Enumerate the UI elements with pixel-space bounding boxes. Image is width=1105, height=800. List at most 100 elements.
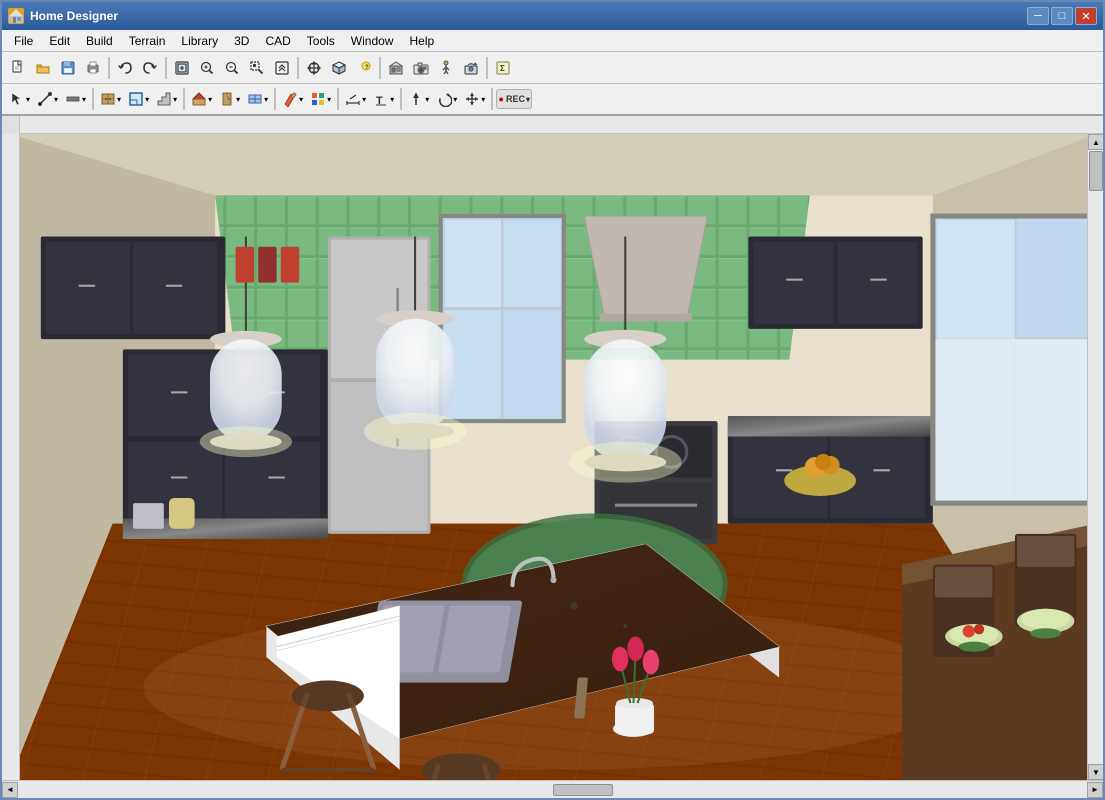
h-scroll-thumb[interactable]	[553, 784, 613, 796]
window-tool-group: ▾	[244, 87, 271, 111]
text-tool-group: T ▾	[370, 87, 397, 111]
menu-terrain[interactable]: Terrain	[121, 32, 174, 50]
svg-text:Σ: Σ	[500, 64, 505, 73]
floor-plan-button[interactable]	[384, 56, 408, 80]
open-button[interactable]	[31, 56, 55, 80]
scroll-up-button[interactable]: ▲	[1088, 134, 1103, 150]
menu-build[interactable]: Build	[78, 32, 121, 50]
dolly-button[interactable]	[459, 56, 483, 80]
record-button[interactable]: ● REC ▾	[496, 89, 532, 109]
canvas-area[interactable]	[20, 134, 1087, 780]
menu-help[interactable]: Help	[401, 32, 442, 50]
door-tool-group: ▾	[216, 87, 243, 111]
menu-file[interactable]: File	[6, 32, 41, 50]
toolbar-draw: ▾ ▾ ▾	[2, 84, 1103, 116]
save-button[interactable]	[56, 56, 80, 80]
window-tool-button[interactable]: ▾	[244, 87, 271, 111]
separator-2	[165, 57, 167, 79]
window-controls: ─ □ ✕	[1027, 7, 1097, 25]
scroll-right-button[interactable]: ►	[1087, 782, 1103, 798]
menu-edit[interactable]: Edit	[41, 32, 78, 50]
print-button[interactable]	[81, 56, 105, 80]
svg-text:?: ?	[365, 65, 369, 71]
zoom-all-button[interactable]	[270, 56, 294, 80]
symbol-button[interactable]: Σ	[491, 56, 515, 80]
separator-t2-1	[92, 88, 94, 110]
rotate-tool-group: ▾	[433, 87, 460, 111]
zoom-fit-button[interactable]	[170, 56, 194, 80]
camera-button[interactable]	[409, 56, 433, 80]
vertical-scrollbar[interactable]: ▲ ▼	[1087, 134, 1103, 780]
text-button[interactable]: T ▾	[370, 87, 397, 111]
room-button[interactable]: ▾	[125, 87, 152, 111]
paint-button[interactable]: ▾	[279, 87, 306, 111]
separator-4	[379, 57, 381, 79]
arrow-tool-group: ▾	[405, 87, 432, 111]
select-button[interactable]: ▾	[6, 87, 33, 111]
3d-view-button[interactable]	[327, 56, 351, 80]
wall-tool-group: ▾	[62, 87, 89, 111]
roof-button[interactable]: ▾	[188, 87, 215, 111]
zoom-box-button[interactable]	[245, 56, 269, 80]
select-tool-group: ▾	[6, 87, 33, 111]
h-scroll-track[interactable]	[18, 783, 1087, 797]
toolbar-main: ?	[2, 52, 1103, 84]
window-title: Home Designer	[30, 9, 1021, 23]
horizontal-scrollbar[interactable]: ◄ ►	[2, 780, 1103, 798]
main-window: Home Designer ─ □ ✕ File Edit Build Terr…	[0, 0, 1105, 800]
stairs-tool-group: ▾	[153, 87, 180, 111]
draw-line-button[interactable]: ▾	[34, 87, 61, 111]
walk-button[interactable]	[434, 56, 458, 80]
material-tool-group: ▾	[307, 87, 334, 111]
roof-tool-group: ▾	[188, 87, 215, 111]
kitchen-scene-svg	[20, 134, 1087, 780]
separator-5	[486, 57, 488, 79]
redo-button[interactable]	[138, 56, 162, 80]
ruler-area	[2, 116, 1103, 134]
cabinet-button[interactable]: ▾	[97, 87, 124, 111]
minimize-button[interactable]: ─	[1027, 7, 1049, 25]
title-bar: Home Designer ─ □ ✕	[2, 2, 1103, 30]
separator-1	[108, 57, 110, 79]
scroll-left-button[interactable]: ◄	[2, 782, 18, 798]
arrow-button[interactable]: ▾	[405, 87, 432, 111]
main-content-area: ▲ ▼	[2, 134, 1103, 780]
menu-window[interactable]: Window	[343, 32, 402, 50]
menu-tools[interactable]: Tools	[299, 32, 343, 50]
vertical-ruler	[2, 134, 20, 780]
menu-library[interactable]: Library	[173, 32, 226, 50]
horizontal-ruler	[20, 116, 1103, 133]
move-button[interactable]: ▾	[461, 87, 488, 111]
record-tool-group: ● REC ▾	[496, 89, 532, 109]
draw-wall-button[interactable]: ▾	[62, 87, 89, 111]
help-pointer-button[interactable]: ?	[352, 56, 376, 80]
scroll-down-button[interactable]: ▼	[1088, 764, 1103, 780]
undo-button[interactable]	[113, 56, 137, 80]
zoom-in-button[interactable]	[195, 56, 219, 80]
maximize-button[interactable]: □	[1051, 7, 1073, 25]
paint-tool-group: ▾	[279, 87, 306, 111]
stairs-button[interactable]: ▾	[153, 87, 180, 111]
dimension-button[interactable]: ▾	[342, 87, 369, 111]
scroll-track[interactable]	[1088, 150, 1103, 764]
menu-3d[interactable]: 3D	[226, 32, 257, 50]
ruler-corner	[2, 116, 20, 134]
close-button[interactable]: ✕	[1075, 7, 1097, 25]
separator-t2-2	[183, 88, 185, 110]
separator-3	[297, 57, 299, 79]
menu-bar: File Edit Build Terrain Library 3D CAD T…	[2, 30, 1103, 52]
door-button[interactable]: ▾	[216, 87, 243, 111]
room-tool-group: ▾	[125, 87, 152, 111]
move-tool-group: ▾	[461, 87, 488, 111]
material-button[interactable]: ▾	[307, 87, 334, 111]
zoom-out-button[interactable]	[220, 56, 244, 80]
cabinet-tool-group: ▾	[97, 87, 124, 111]
menu-cad[interactable]: CAD	[257, 32, 298, 50]
pan-button[interactable]	[302, 56, 326, 80]
rotate-button[interactable]: ▾	[433, 87, 460, 111]
dimension-tool-group: ▾	[342, 87, 369, 111]
new-button[interactable]	[6, 56, 30, 80]
app-icon	[8, 8, 24, 24]
scroll-thumb[interactable]	[1089, 151, 1103, 191]
separator-t2-6	[491, 88, 493, 110]
